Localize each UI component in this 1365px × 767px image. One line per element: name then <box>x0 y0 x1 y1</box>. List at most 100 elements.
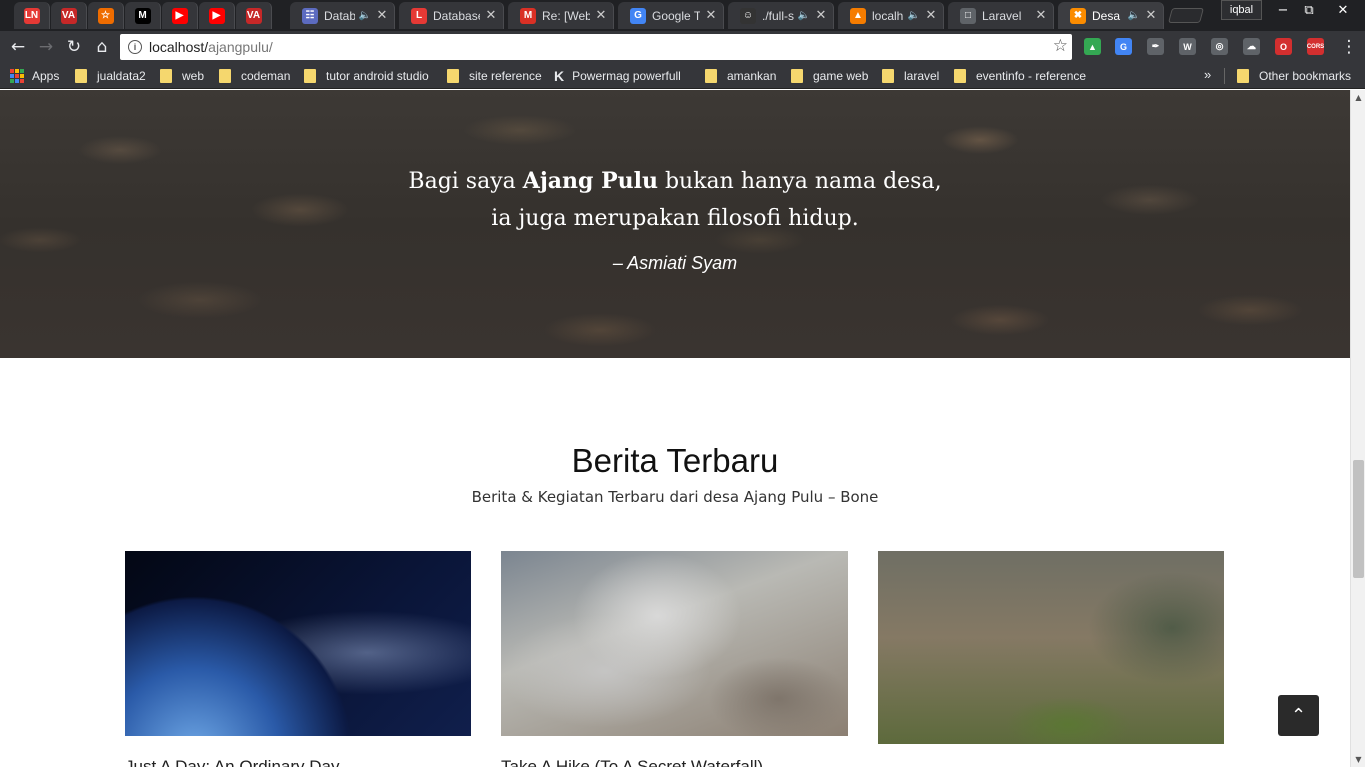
folder-icon <box>75 69 87 83</box>
bookmark-label: Other bookmarks <box>1259 69 1352 83</box>
scrollbar-thumb[interactable] <box>1353 460 1364 578</box>
cors-icon[interactable]: CORS <box>1307 38 1324 55</box>
google-translate-icon[interactable]: G <box>1115 38 1132 55</box>
tab-close-icon[interactable]: ✕ <box>485 8 497 23</box>
news-card-title[interactable]: Just A Day: An Ordinary Day <box>125 757 339 767</box>
tab-close-icon[interactable]: ✕ <box>376 8 388 23</box>
tab-close-icon[interactable]: ✕ <box>815 8 827 23</box>
back-button[interactable]: ← <box>7 36 29 58</box>
scroll-up-arrow-icon[interactable]: ▲ <box>1351 90 1365 105</box>
bookmark-item[interactable]: eventinfo - reference <box>954 68 1086 84</box>
tab-audio-icon[interactable]: 🔈 <box>908 10 920 21</box>
browser-tab[interactable]: ☷ Datab 🔈 ✕ <box>290 2 395 29</box>
info-icon[interactable]: i <box>128 40 142 54</box>
bookmarks-overflow-icon[interactable]: » <box>1204 67 1211 82</box>
profile-button[interactable]: iqbal <box>1221 0 1262 20</box>
browser-tab[interactable]: ✖ Desa 🔈 ✕ <box>1058 2 1164 29</box>
news-card-image-ruins[interactable] <box>878 551 1224 744</box>
quote-line-2: ia juga merupakan filosofi hidup. <box>491 206 859 231</box>
browser-tab[interactable]: □ Laravel ✕ <box>948 2 1054 29</box>
browser-tab[interactable]: ☆ <box>88 2 124 29</box>
tab-audio-icon[interactable]: 🔈 <box>1128 10 1140 21</box>
close-window-icon[interactable]: ✕ <box>1330 0 1356 20</box>
tab-close-icon[interactable]: ✕ <box>1035 8 1047 23</box>
bookmark-other[interactable]: Other bookmarks <box>1237 68 1351 84</box>
browser-tab[interactable]: VA <box>236 2 272 29</box>
address-bar[interactable]: i localhost/ajangpulu/ ☆ <box>120 34 1072 60</box>
bookmark-label: game web <box>813 69 869 83</box>
bookmark-item[interactable]: codeman <box>219 68 290 84</box>
page-scrollbar[interactable]: ▲ ▼ <box>1350 90 1365 767</box>
tab-favicon-icon: M <box>520 7 536 24</box>
reload-button[interactable]: ↻ <box>63 36 85 58</box>
bookmark-item[interactable]: game web <box>791 68 868 84</box>
home-button[interactable]: ⌂ <box>91 36 113 58</box>
bookmark-item[interactable]: web <box>160 68 204 84</box>
bookmark-item[interactable]: K Powermag powerfull <box>554 68 681 84</box>
cloud-icon[interactable]: ☁ <box>1243 38 1260 55</box>
forward-button[interactable]: → <box>35 36 57 58</box>
browser-tab[interactable]: M Re: [Web ✕ <box>508 2 614 29</box>
minimize-icon[interactable]: − <box>1270 0 1296 20</box>
tab-close-icon[interactable]: ✕ <box>925 8 937 23</box>
bookmark-label: Powermag powerfull <box>572 69 681 83</box>
bookmark-item[interactable]: laravel <box>882 68 939 84</box>
browser-tab[interactable]: LN <box>14 2 50 29</box>
tab-title: Database <box>433 8 480 23</box>
browser-tab[interactable]: G Google T ✕ <box>618 2 724 29</box>
apps-grid-icon <box>10 69 24 83</box>
browser-tab[interactable]: ▲ localh 🔈 ✕ <box>838 2 944 29</box>
folder-icon <box>447 69 459 83</box>
page-viewport: Bagi saya Ajang Pulu bukan hanya nama de… <box>0 90 1350 767</box>
globe-icon[interactable]: ◎ <box>1211 38 1228 55</box>
tab-title: Google T <box>652 8 700 23</box>
bookmark-apps[interactable]: Apps <box>10 68 59 84</box>
quote-hero-section: Bagi saya Ajang Pulu bukan hanya nama de… <box>0 90 1350 358</box>
bookmark-item[interactable]: jualdata2 <box>75 68 146 84</box>
folder-icon <box>160 69 172 83</box>
back-to-top-button[interactable]: ⌃ <box>1278 695 1319 736</box>
bookmark-label: site reference <box>469 69 542 83</box>
tab-favicon-icon: VA <box>245 7 262 24</box>
browser-menu-icon[interactable]: ⋮ <box>1338 36 1360 58</box>
google-drive-icon[interactable]: ▲ <box>1084 38 1101 55</box>
wordpress-icon[interactable]: W <box>1179 38 1196 55</box>
browser-tab[interactable]: ☺ ./full-s 🔈 ✕ <box>728 2 834 29</box>
quote-line-1: Bagi saya Ajang Pulu bukan hanya nama de… <box>408 168 942 194</box>
news-card-image-city[interactable] <box>501 551 848 736</box>
color-picker-icon[interactable]: ✒ <box>1147 38 1164 55</box>
bookmarks-separator <box>1224 68 1225 84</box>
tab-favicon-icon: ▲ <box>850 7 866 24</box>
tab-favicon-icon: ☺ <box>740 7 756 24</box>
tab-favicon-icon: ▶ <box>208 7 225 24</box>
quote-author: – Asmiati Syam <box>612 253 738 273</box>
bookmark-label: laravel <box>904 69 940 83</box>
bookmark-item[interactable]: amankan <box>705 68 776 84</box>
tab-title: Desa <box>1092 8 1121 23</box>
tab-title: localh <box>872 8 904 23</box>
scroll-down-arrow-icon[interactable]: ▼ <box>1351 752 1365 767</box>
browser-tab[interactable]: L Database ✕ <box>399 2 504 29</box>
bookmark-item[interactable]: tutor android studio <box>304 68 429 84</box>
opera-icon[interactable]: O <box>1275 38 1292 55</box>
tab-audio-icon[interactable]: 🔈 <box>359 10 371 21</box>
restore-icon[interactable]: ⧉ <box>1296 0 1322 20</box>
bookmark-item[interactable]: site reference <box>447 68 542 84</box>
browser-tab[interactable]: VA <box>51 2 87 29</box>
tab-close-icon[interactable]: ✕ <box>705 8 717 23</box>
browser-tab[interactable]: ▶ <box>199 2 235 29</box>
tab-audio-icon[interactable]: 🔈 <box>798 10 810 21</box>
tab-close-icon[interactable]: ✕ <box>1145 8 1157 23</box>
site-favicon-icon: K <box>554 68 565 84</box>
tab-favicon-icon: VA <box>60 7 77 24</box>
news-card-image-space[interactable] <box>125 551 471 736</box>
tab-close-icon[interactable]: ✕ <box>595 8 607 23</box>
browser-tab[interactable]: ▶ <box>162 2 198 29</box>
new-tab-button[interactable] <box>1167 8 1205 23</box>
tab-favicon-icon: ☆ <box>97 7 114 24</box>
bookmark-star-icon[interactable]: ☆ <box>1053 36 1068 56</box>
url-path: ajangpulu/ <box>208 39 273 55</box>
browser-tab[interactable]: M <box>125 2 161 29</box>
news-card-title[interactable]: Take A Hike (To A Secret Waterfall) <box>501 757 763 767</box>
bookmark-label: amankan <box>727 69 777 83</box>
